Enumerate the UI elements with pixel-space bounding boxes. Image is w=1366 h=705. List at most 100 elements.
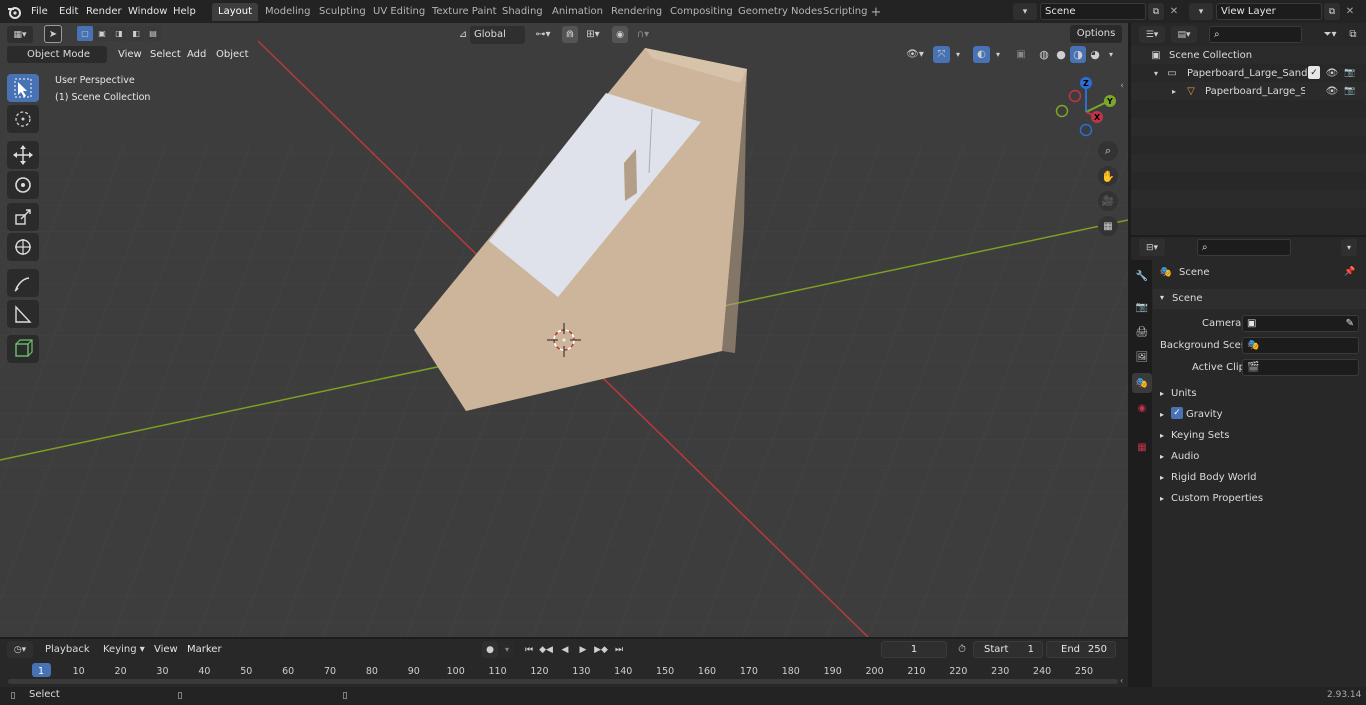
render-tab-icon[interactable]: 📷	[1134, 299, 1150, 315]
scene-tab-icon[interactable]: 🎭	[1132, 373, 1152, 393]
falloff-icon[interactable]: ∩▾	[630, 26, 656, 43]
timeline-scrollbar[interactable]	[8, 679, 1118, 684]
tool-annotate[interactable]	[7, 269, 39, 297]
tab-modeling[interactable]: Modeling	[259, 3, 317, 21]
tool-select-box[interactable]	[7, 74, 39, 102]
units-expand-icon[interactable]: ▸	[1160, 389, 1164, 398]
prev-keyframe-icon[interactable]: ◆◀	[538, 641, 554, 658]
tool-cursor[interactable]	[7, 105, 39, 133]
gizmo-toggle-icon[interactable]: ⤧	[933, 46, 950, 63]
eye-icon[interactable]: 👁	[1325, 84, 1339, 98]
viewport-menu-add[interactable]: Add	[187, 46, 206, 63]
display-mode-icon[interactable]: ▤▾	[1171, 26, 1197, 43]
next-keyframe-icon[interactable]: ▶◆	[593, 641, 609, 658]
shading-dropdown-icon[interactable]: ▾	[1104, 46, 1118, 63]
tab-scripting[interactable]: Scripting	[817, 3, 873, 21]
menu-file[interactable]: File	[31, 3, 48, 20]
auto-keying-icon[interactable]: ●	[482, 641, 498, 658]
output-tab-icon[interactable]: 🖨	[1134, 324, 1150, 340]
outliner-collection-item[interactable]: Paperboard_Large_Sandwich_	[1187, 68, 1307, 79]
texture-tab-icon[interactable]: ▦	[1134, 439, 1150, 455]
menu-window[interactable]: Window	[128, 3, 167, 20]
gravity-section[interactable]: Gravity	[1186, 409, 1223, 420]
blender-logo-icon[interactable]	[6, 4, 22, 19]
camera-restrict-icon[interactable]: 📷	[1343, 84, 1357, 98]
tab-sculpting[interactable]: Sculpting	[313, 3, 372, 21]
xray-icon[interactable]: ▣	[1013, 46, 1029, 63]
jump-end-icon[interactable]: ⏭	[611, 641, 627, 658]
viewport-menu-object[interactable]: Object	[216, 46, 249, 63]
timeline-collapse-icon[interactable]: ‹	[1120, 676, 1123, 685]
background-scene-field[interactable]: 🎭	[1242, 337, 1359, 354]
new-collection-icon[interactable]: ⧉	[1345, 26, 1361, 43]
keying-dropdown-icon[interactable]: ▾	[500, 641, 514, 658]
new-view-layer-icon[interactable]: ⧉	[1324, 3, 1340, 20]
view-layer-selector-icon[interactable]: ▾	[1189, 3, 1213, 20]
options-dropdown[interactable]: Options	[1070, 25, 1122, 43]
tab-shading[interactable]: Shading	[496, 3, 549, 21]
tool-measure[interactable]	[7, 300, 39, 328]
custom-properties-section[interactable]: Custom Properties	[1171, 493, 1263, 504]
start-frame-field[interactable]: Start 1	[973, 641, 1043, 658]
current-frame-field[interactable]: 1	[881, 641, 947, 658]
expand-arrow-icon[interactable]: ▸	[1169, 84, 1179, 98]
pin-icon[interactable]: 📌	[1343, 265, 1357, 279]
gravity-expand-icon[interactable]: ▸	[1160, 410, 1164, 419]
snap-icon[interactable]: ⋒	[562, 26, 578, 43]
delete-scene-icon[interactable]: ✕	[1167, 3, 1181, 20]
wireframe-shading-icon[interactable]: ◍	[1036, 46, 1052, 63]
overlays-toggle-icon[interactable]: ◐	[973, 46, 990, 63]
gizmo-dropdown-icon[interactable]: ▾	[951, 46, 965, 63]
menu-render[interactable]: Render	[86, 3, 122, 20]
menu-edit[interactable]: Edit	[59, 3, 78, 20]
timeline-menu-marker[interactable]: Marker	[187, 641, 222, 658]
view-layer-field[interactable]: View Layer	[1216, 3, 1322, 20]
camera-field[interactable]: ▣ ✎	[1242, 315, 1359, 332]
outliner-search-input[interactable]: ⌕	[1209, 26, 1302, 43]
zoom-icon[interactable]: ⌕	[1098, 141, 1118, 161]
tool-add-cube[interactable]	[7, 335, 39, 363]
props-search-input[interactable]: ⌕	[1197, 239, 1291, 256]
timeline-editor-type-icon[interactable]: ◷▾	[7, 641, 33, 658]
tool-transform[interactable]	[7, 233, 39, 261]
tab-compositing[interactable]: Compositing	[664, 3, 739, 21]
transform-orientation-dropdown[interactable]: Global	[470, 26, 525, 44]
visibility-icon[interactable]: 👁▾	[902, 46, 928, 63]
panel-expand-icon[interactable]: ▾	[1160, 293, 1164, 302]
tab-animation[interactable]: Animation	[546, 3, 609, 21]
material-preview-icon[interactable]: ◑	[1070, 46, 1086, 63]
scene-name-field[interactable]: Scene	[1040, 3, 1146, 20]
keying-sets-expand-icon[interactable]: ▸	[1160, 431, 1164, 440]
exclude-checkbox-icon[interactable]: ✓	[1308, 66, 1320, 79]
tool-tab-icon[interactable]: 🔧	[1134, 268, 1150, 284]
view-layer-tab-icon[interactable]: 🖼	[1134, 349, 1150, 365]
eye-icon[interactable]: 👁	[1325, 66, 1339, 80]
tab-layout[interactable]: Layout	[212, 3, 258, 21]
tool-move[interactable]	[7, 141, 39, 169]
mode-new-icon[interactable]: ▢	[77, 26, 93, 41]
new-scene-icon[interactable]: ⧉	[1148, 3, 1164, 20]
jump-start-icon[interactable]: ⏮	[521, 641, 537, 658]
gravity-checkbox[interactable]: ✓	[1171, 407, 1183, 419]
pivot-point-icon[interactable]: ⊶▾	[530, 26, 556, 43]
play-icon[interactable]: ▶	[575, 641, 591, 658]
audio-expand-icon[interactable]: ▸	[1160, 452, 1164, 461]
tab-rendering[interactable]: Rendering	[605, 3, 668, 21]
delete-view-layer-icon[interactable]: ✕	[1343, 3, 1357, 20]
tool-rotate[interactable]	[7, 171, 39, 199]
solid-shading-icon[interactable]: ●	[1053, 46, 1069, 63]
orientation-icon[interactable]: ⊿	[455, 26, 471, 43]
tab-texture-paint[interactable]: Texture Paint	[426, 3, 503, 21]
mode-subtract-icon[interactable]: ◨	[111, 26, 127, 41]
camera-restrict-icon[interactable]: 📷	[1343, 66, 1357, 80]
menu-help[interactable]: Help	[173, 3, 196, 20]
timeline-menu-view[interactable]: View	[154, 641, 178, 658]
sidebar-toggle-icon[interactable]: ‹	[1117, 80, 1127, 92]
tool-scale[interactable]	[7, 203, 39, 231]
outliner-object-item[interactable]: Paperboard_Large_Sandı	[1205, 86, 1305, 97]
end-frame-field[interactable]: End 250	[1046, 641, 1116, 658]
custom-props-expand-icon[interactable]: ▸	[1160, 494, 1164, 503]
navigation-gizmo[interactable]: Z Y X	[1050, 76, 1120, 146]
audio-section[interactable]: Audio	[1171, 451, 1199, 462]
active-clip-field[interactable]: 🎬	[1242, 359, 1359, 376]
